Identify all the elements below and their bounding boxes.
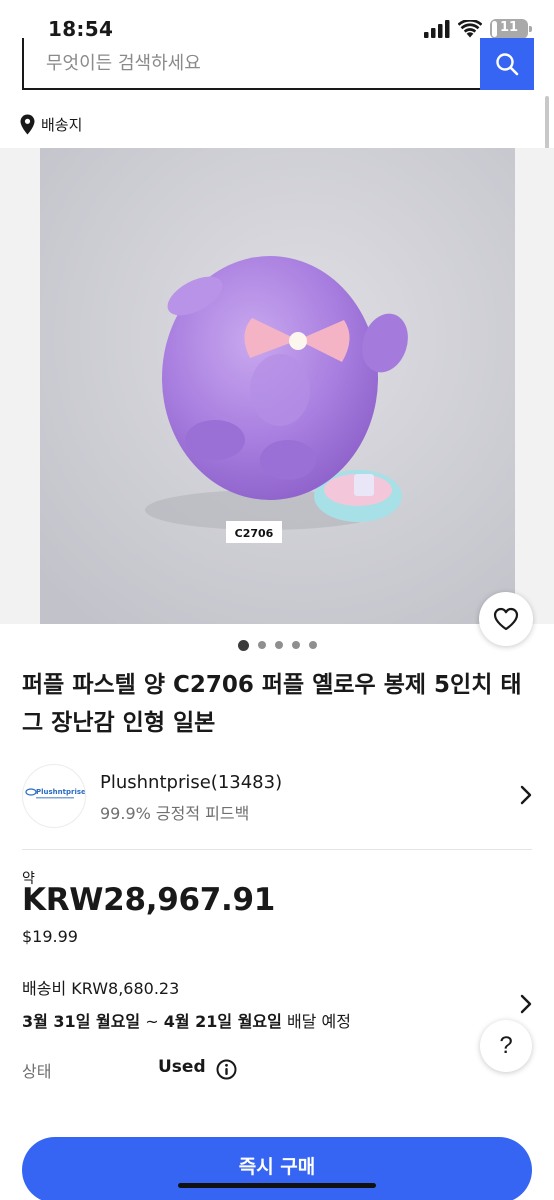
delivery-estimate: 3월 31일 월요일 ~ 4월 21일 월요일 배달 예정 xyxy=(22,1008,351,1032)
ship-to-label: 배송지 xyxy=(41,116,83,134)
delivery-start: 3월 31일 월요일 xyxy=(22,1012,141,1031)
carousel-pagination xyxy=(0,639,554,651)
seller-logo: Plushntprise xyxy=(22,764,86,828)
heart-icon xyxy=(493,607,519,631)
search-input[interactable] xyxy=(22,38,482,90)
delivery-separator: ~ xyxy=(140,1012,164,1031)
listing-title: 퍼플 파스텔 양 C2706 퍼플 옐로우 봉제 5인치 태그 장난감 인형 일… xyxy=(22,672,522,736)
info-icon[interactable] xyxy=(216,1059,237,1080)
seller-logo-image: Plushntprise xyxy=(25,788,86,799)
carousel-dot[interactable] xyxy=(237,639,249,651)
seller-name[interactable]: Plushntprise(13483) xyxy=(100,772,282,793)
battery-icon: 11 xyxy=(490,19,532,39)
divider xyxy=(22,849,532,850)
condition-value: Used xyxy=(158,1057,206,1077)
chevron-right-icon[interactable] xyxy=(520,994,532,1014)
product-photo[interactable]: C2706 xyxy=(40,148,515,624)
wifi-icon xyxy=(458,20,482,38)
carousel-dot[interactable] xyxy=(308,641,317,649)
search-icon xyxy=(496,53,519,76)
seller-logo-text: Plushntprise xyxy=(36,788,86,796)
watchlist-heart-button[interactable] xyxy=(479,592,533,646)
image-gallery[interactable]: C2706 xyxy=(0,148,554,624)
photo-label: C2706 xyxy=(235,527,274,540)
search-button[interactable] xyxy=(480,38,534,90)
seller-card[interactable]: Plushntprise Plushntprise(13483) 99.9% 긍… xyxy=(22,764,534,828)
seller-feedback: 99.9% 긍정적 피드백 xyxy=(100,804,250,823)
ship-to-selector[interactable]: 배송지 xyxy=(20,114,82,135)
battery-percent: 11 xyxy=(499,20,519,35)
price-original: $19.99 xyxy=(22,927,78,946)
shipping-details[interactable]: 배송비 KRW8,680.23 3월 31일 월요일 ~ 4월 21일 월요일 … xyxy=(22,975,534,1039)
location-pin-icon xyxy=(20,114,35,135)
plush-image: C2706 xyxy=(40,148,515,624)
carousel-dot[interactable] xyxy=(274,641,283,649)
listing-page: 18:54 11 무엇이든 검색하세요 배송지 C2706 퍼플 파스텔 양 C… xyxy=(0,0,554,1200)
buy-now-button[interactable]: 즉시 구매 xyxy=(22,1137,532,1200)
price-amount: KRW28,967.91 xyxy=(22,882,276,918)
home-indicator xyxy=(178,1183,376,1188)
carousel-dot[interactable] xyxy=(257,641,266,649)
delivery-suffix: 배달 예정 xyxy=(281,1012,351,1031)
shipping-cost: 배송비 KRW8,680.23 xyxy=(22,979,180,998)
carousel-dot[interactable] xyxy=(291,641,300,649)
status-icons: 11 xyxy=(424,19,532,39)
chevron-right-icon[interactable] xyxy=(520,785,532,805)
search-bar xyxy=(22,38,534,90)
delivery-end: 4월 21일 월요일 xyxy=(163,1012,282,1031)
signal-icon xyxy=(424,20,450,38)
battery-tip xyxy=(529,26,532,32)
condition-label: 상태 xyxy=(22,1062,52,1081)
help-button[interactable]: ? xyxy=(480,1020,532,1072)
